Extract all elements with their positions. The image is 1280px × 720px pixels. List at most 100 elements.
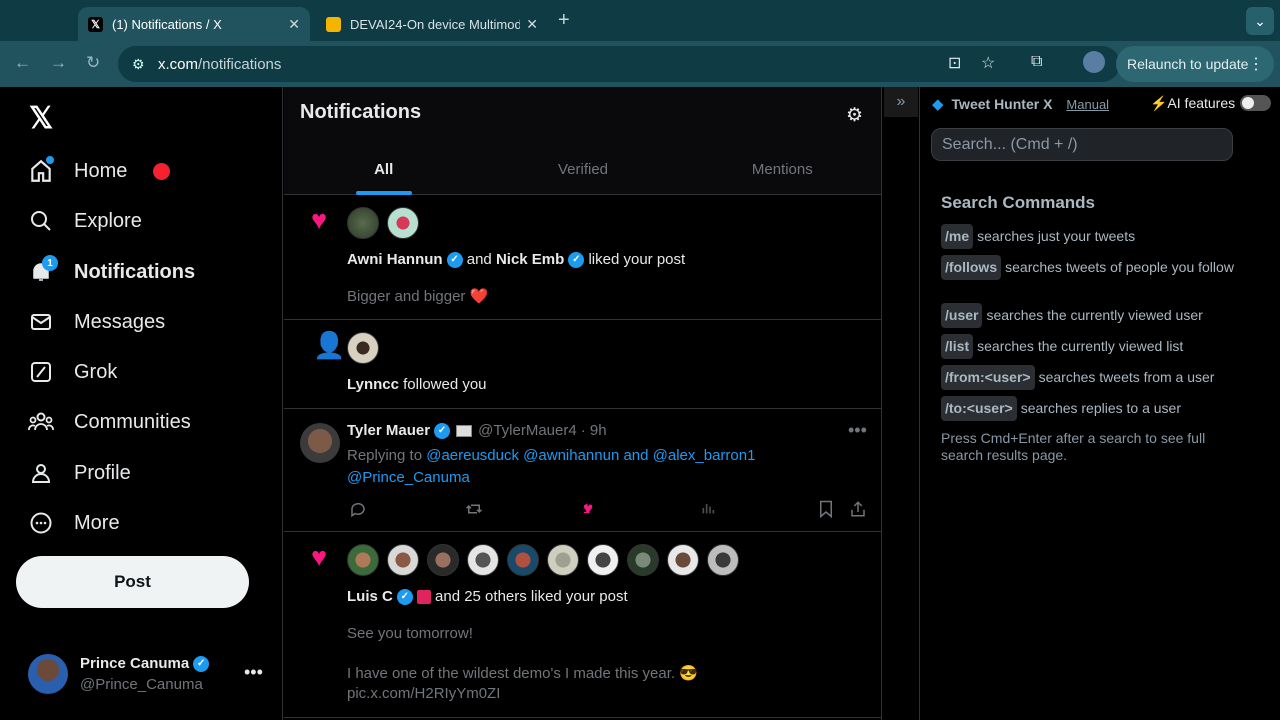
ai-features-toggle[interactable] [1240,95,1271,111]
avatar[interactable] [427,544,459,576]
mention-link[interactable]: @Prince_Canuma [347,469,470,486]
bookmark-star-icon[interactable]: ☆ [981,53,995,73]
sidebar-item-notifications[interactable]: 1 Notifications [28,252,195,292]
reply-tweet[interactable]: Tyler Mauer ✓ @TylerMauer4 · 9h ••• Replyin… [284,409,881,532]
post-link[interactable]: pic.x.com/H2RIyYm0ZI [347,684,500,704]
avatar[interactable] [587,544,619,576]
command-key[interactable]: /me [941,224,974,249]
new-tab-button[interactable]: + [558,9,570,32]
notification-like[interactable]: ♥ Luis C ✓ and 25 others liked your post … [284,532,881,718]
close-icon[interactable]: ✕ [288,16,300,33]
avatar[interactable] [547,544,579,576]
user-name[interactable]: Awni Hannun [347,251,443,268]
tab-search-button[interactable]: ⌄ [1246,7,1274,35]
address-bar[interactable]: ⚙ x.com/notifications [118,46,1120,82]
avatar[interactable] [347,332,379,364]
close-icon[interactable]: ✕ [526,16,538,33]
avatar[interactable] [300,423,340,463]
reload-icon[interactable]: ↻ [86,53,100,73]
user-name[interactable]: Tyler Mauer [347,422,430,439]
sidebar-item-messages[interactable]: Messages [28,302,165,342]
notification-tabs: All Verified Mentions [284,143,881,195]
user-name[interactable]: Nick Emb [496,251,564,268]
ai-features-label: ⚡AI features [1150,95,1236,111]
notification-follow[interactable]: 👤 Lynncc followed you [284,320,881,409]
sidebar-item-profile[interactable]: Profile [28,453,131,493]
command-desc: searches tweets of people you follow [1005,259,1234,275]
avatar[interactable] [667,544,699,576]
post-preview-line: See you tomorrow! [347,625,473,642]
collapse-panel-button[interactable]: » [884,87,918,117]
avatar[interactable] [347,544,379,576]
reply-icon[interactable] [349,500,367,518]
avatar[interactable] [387,207,419,239]
url-text: x.com/notifications [158,55,282,73]
status-dot [153,162,171,180]
install-app-icon[interactable]: ⊡ [948,53,961,73]
command-desc: searches just your tweets [977,228,1136,244]
extension-name: Tweet Hunter X [951,96,1053,112]
sidebar-item-home[interactable]: Home [28,151,171,191]
command-key[interactable]: /follows [941,255,1002,280]
section-title: Search Commands [941,193,1095,212]
bookmark-icon[interactable] [818,500,834,518]
person-icon [28,460,54,486]
avatar[interactable] [1083,51,1105,73]
bell-icon: 1 [28,255,58,285]
browser-tab-devai[interactable]: DEVAI24-On device Multimod ✕ [316,7,548,41]
back-icon[interactable]: ← [14,53,31,73]
notification-text: Luis C ✓ and 25 others liked your post [347,588,628,605]
user-handle[interactable]: @TylerMauer4 [478,422,577,439]
menu-dots-icon[interactable]: ⋮ [1248,54,1264,74]
avatar[interactable] [387,544,419,576]
extensions-icon[interactable]: ⧉ [1031,53,1042,71]
retweet-icon[interactable] [465,500,483,518]
site-info-icon[interactable]: ⚙ [132,56,152,73]
share-icon[interactable] [849,500,867,518]
sidebar-item-communities[interactable]: Communities [28,402,191,442]
more-dots-icon[interactable]: ••• [244,662,263,683]
user-name[interactable]: Luis C [347,588,393,605]
tab-all[interactable]: All [284,143,483,195]
like-button[interactable]: ♥ 1 [583,499,593,518]
command-key[interactable]: /to:<user> [941,396,1017,421]
x-logo-icon[interactable]: 𝕏 [29,101,53,136]
views-icon[interactable] [700,500,716,516]
tab-verified[interactable]: Verified [483,143,682,195]
tab-mentions[interactable]: Mentions [683,143,881,195]
avatar[interactable] [467,544,499,576]
sidebar-item-grok[interactable]: Grok [28,352,117,392]
more-dots-icon[interactable]: ••• [848,420,867,441]
forward-icon[interactable]: → [50,53,67,73]
verified-badge-icon: ✓ [434,422,451,439]
timestamp[interactable]: · 9h [581,422,607,439]
notification-text: Awni Hannun ✓ and Nick Emb ✓ liked your po… [347,251,685,268]
avatar[interactable] [347,207,379,239]
command-key[interactable]: /list [941,334,974,359]
search-icon [28,208,54,234]
user-name[interactable]: Lynncc [347,376,399,393]
command-search-input[interactable]: Search... (Cmd + /) [931,128,1233,161]
notification-count-badge: 1 [42,255,58,271]
avatar [28,654,68,694]
browser-tab-notifications[interactable]: 𝕏 (1) Notifications / X ✕ [78,7,310,41]
relaunch-button[interactable]: Relaunch to update ⋮ [1116,46,1274,82]
settings-gear-icon[interactable]: ⚙ [846,104,863,127]
sidebar-item-label: Messages [74,310,166,333]
mention-links[interactable]: @aereusduck @awnihannun and @alex_barron… [426,447,755,464]
manual-link[interactable]: Manual [1066,97,1109,112]
post-button[interactable]: Post [16,556,249,608]
verified-badge-icon: ✓ [396,588,413,605]
command-desc: searches the currently viewed user [986,307,1203,323]
sidebar-item-explore[interactable]: Explore [28,201,142,241]
avatar[interactable] [707,544,739,576]
account-switcher[interactable]: Prince Canuma ✓ @Prince_Canuma ••• [28,654,268,696]
command-key[interactable]: /user [941,303,983,328]
command-key[interactable]: /from:<user> [941,365,1035,390]
action-text: liked your post [588,251,686,268]
avatar[interactable] [507,544,539,576]
timeline-header: Notifications ⚙ All Verified Mentions [284,87,881,195]
notification-like[interactable]: ♥ Awni Hannun ✓ and Nick Emb ✓ liked your … [284,195,881,320]
avatar[interactable] [627,544,659,576]
sidebar-item-more[interactable]: More [28,503,120,543]
